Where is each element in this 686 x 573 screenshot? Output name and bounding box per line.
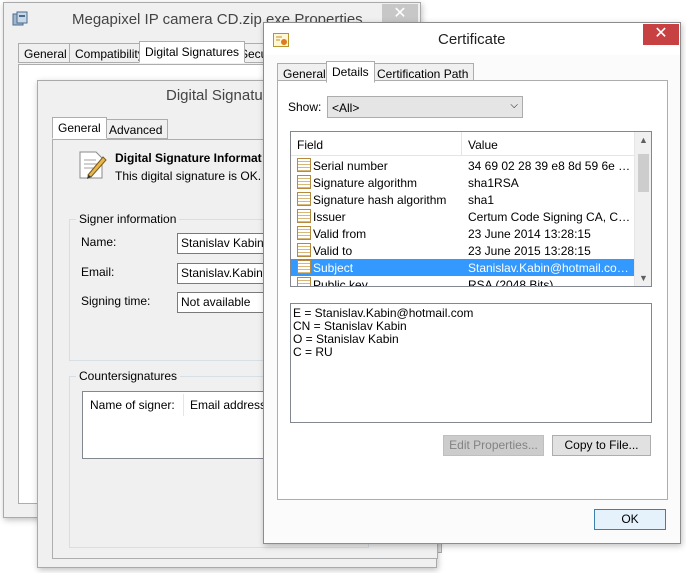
group-title: Countersignatures (76, 369, 181, 383)
copy-to-file-button[interactable]: Copy to File... (552, 435, 651, 456)
title-bar: Certificate (264, 23, 680, 55)
field-value: Stanislav.Kabin@hotmail.com, ... (468, 261, 633, 275)
tab-advanced[interactable]: Advanced (103, 119, 169, 139)
name-label: Name: (81, 235, 117, 249)
field-value: 23 June 2014 13:28:15 (468, 227, 591, 241)
certificate-fields-list[interactable]: Field Value Serial number 34 69 02 28 39… (290, 131, 652, 287)
field-name: Valid to (313, 244, 353, 258)
field-name: Valid from (313, 227, 367, 241)
window-title: Certificate (438, 31, 506, 48)
close-button[interactable]: ✕ (643, 24, 679, 45)
info-text: This digital signature is OK. (115, 169, 262, 183)
list-item[interactable]: Signature hash algorithm sha1 (291, 191, 635, 208)
chevron-down-icon: ⌵ (510, 100, 518, 111)
field-value: sha1RSA (468, 176, 519, 190)
field-value: 23 June 2015 13:28:15 (468, 244, 591, 258)
tab-general[interactable]: General (52, 117, 107, 139)
field-icon (297, 277, 311, 286)
field-icon (297, 243, 311, 257)
show-label: Show: (288, 100, 322, 114)
field-icon (297, 158, 311, 172)
app-icon (12, 11, 28, 27)
field-name: Issuer (313, 210, 346, 224)
column-header-value[interactable]: Value (468, 138, 498, 152)
signing-time-label: Signing time: (81, 294, 151, 308)
list-item[interactable]: Serial number 34 69 02 28 39 e8 8d 59 6e… (291, 157, 635, 174)
field-icon (297, 209, 311, 223)
column-header-email-address[interactable]: Email address: (190, 398, 269, 412)
list-item[interactable]: Issuer Certum Code Signing CA, Cert... (291, 208, 635, 225)
list-item[interactable]: Public key RSA (2048 Bits) (291, 276, 635, 287)
field-name: Serial number (313, 159, 388, 173)
window-title: Digital Signatu (166, 87, 263, 104)
tab-strip: General Advanced (52, 117, 272, 141)
tab-general[interactable]: General (18, 43, 73, 63)
group-title: Signer information (76, 212, 180, 226)
list-header: Field Value (291, 132, 635, 156)
column-header-name-of-signer[interactable]: Name of signer: (90, 398, 175, 412)
close-icon: ✕ (654, 25, 668, 42)
vertical-scrollbar[interactable]: ▲ ▼ (634, 132, 651, 286)
field-name: Subject (313, 261, 354, 275)
show-dropdown-value: <All> (332, 101, 360, 115)
scroll-down-icon[interactable]: ▼ (639, 273, 648, 283)
close-button[interactable]: ✕ (382, 4, 418, 24)
list-item[interactable]: Valid from 23 June 2014 13:28:15 (291, 225, 635, 242)
field-name: Signature hash algorithm (313, 193, 447, 207)
field-name: Public key (313, 278, 368, 287)
detail-line: O = Stanislav Kabin (293, 332, 399, 346)
close-icon: ✕ (393, 5, 407, 22)
column-divider (183, 394, 184, 416)
column-divider (461, 132, 462, 156)
list-item[interactable]: Signature algorithm sha1RSA (291, 174, 635, 191)
field-value: 34 69 02 28 39 e8 8d 59 6e a6... (468, 159, 633, 173)
field-value: sha1 (468, 193, 495, 207)
edit-properties-button[interactable]: Edit Properties... (443, 435, 544, 456)
list-item[interactable]: Valid to 23 June 2015 13:28:15 (291, 242, 635, 259)
certificate-icon (273, 33, 289, 47)
email-label: Email: (81, 265, 115, 279)
tab-details[interactable]: Details (326, 61, 375, 83)
tab-compatibility[interactable]: Compatibility (69, 43, 150, 63)
field-icon (297, 260, 311, 274)
show-dropdown[interactable]: <All> ⌵ (327, 96, 523, 118)
column-header-field[interactable]: Field (297, 138, 323, 152)
list-item-selected[interactable]: Subject Stanislav.Kabin@hotmail.com, ... (291, 259, 635, 276)
field-name: Signature algorithm (313, 176, 418, 190)
certificate-document-icon (76, 149, 108, 181)
detail-line: C = RU (293, 345, 333, 359)
tab-digital-signatures[interactable]: Digital Signatures (139, 41, 246, 63)
field-icon (297, 175, 311, 189)
certificate-window: Certificate ✕ General Details Certificat… (263, 22, 681, 544)
field-value: RSA (2048 Bits) (468, 278, 554, 287)
ok-button[interactable]: OK (594, 509, 666, 530)
scrollbar-thumb[interactable] (638, 154, 649, 192)
field-icon (297, 192, 311, 206)
scroll-up-icon[interactable]: ▲ (639, 135, 648, 145)
field-icon (297, 226, 311, 240)
field-detail-box[interactable]: E = Stanislav.Kabin@hotmail.com CN = Sta… (290, 303, 652, 423)
field-value: Certum Code Signing CA, Cert... (468, 210, 633, 224)
info-heading: Digital Signature Informat (115, 151, 262, 165)
